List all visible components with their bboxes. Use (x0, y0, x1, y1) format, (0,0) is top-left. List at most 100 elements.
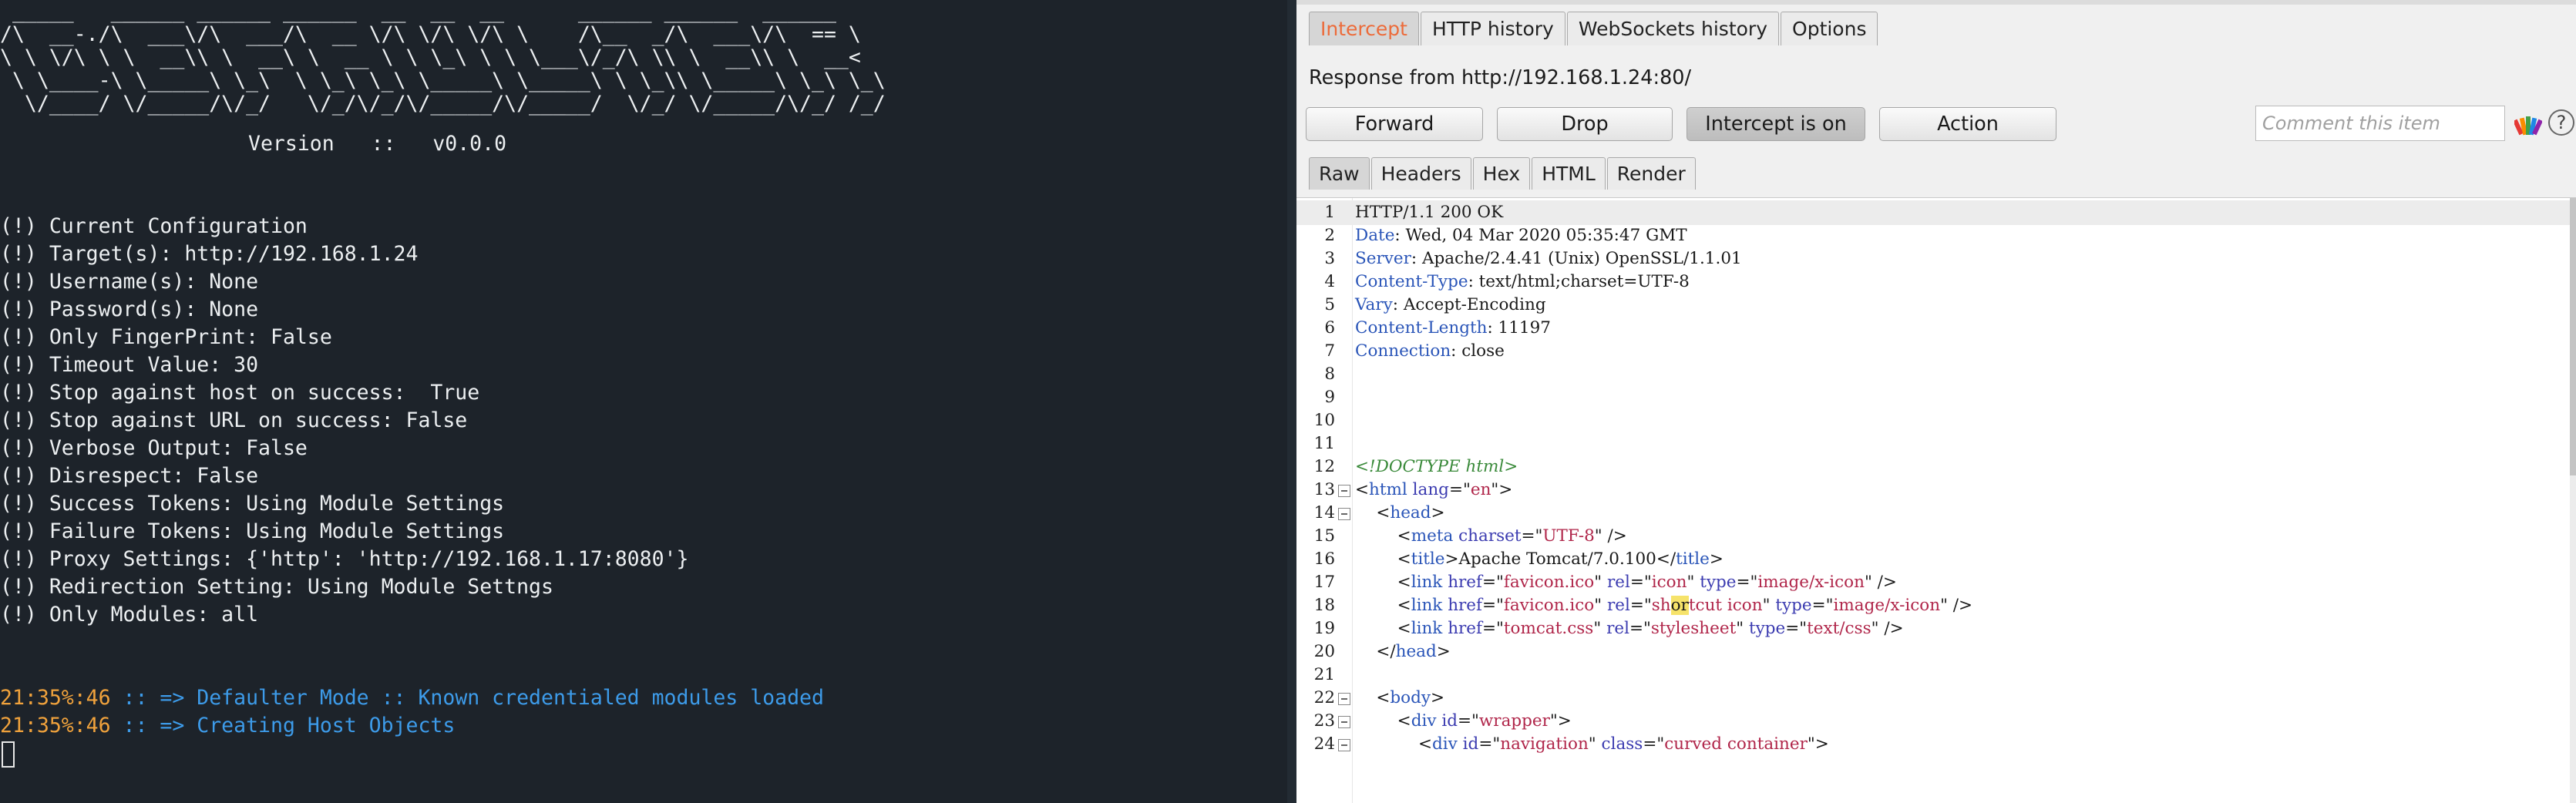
tab-raw[interactable]: Raw (1309, 157, 1370, 190)
code-text: <html lang="en"> (1355, 478, 1512, 502)
code-token: lang (1412, 480, 1449, 499)
config-line: (!) Only Modules: all (0, 603, 259, 627)
code-token: head (1390, 503, 1431, 522)
tab-render[interactable]: Render (1606, 157, 1696, 190)
code-line: 12 <!DOCTYPE html> (1296, 455, 2570, 479)
log-line: 21:35%:46 :: => Defaulter Mode :: Known … (0, 684, 824, 712)
code-token: =" (1643, 734, 1665, 754)
config-line: (!) Verbose Output: False (0, 436, 308, 460)
code-line: 16 <title>Apache Tomcat/7.0.100</title> (1296, 547, 2570, 572)
code-token: < (1355, 619, 1411, 638)
action-button[interactable]: Action (1879, 107, 2056, 141)
code-line: 19 <link href="tomcat.css" rel="styleshe… (1296, 617, 2570, 641)
log-output: 21:35%:46 :: => Defaulter Mode :: Known … (0, 684, 824, 740)
line-number: 12 (1313, 457, 1335, 476)
code-token: id (1441, 711, 1458, 731)
line-number: 4 (1324, 272, 1335, 291)
fold-toggle-icon[interactable] (1338, 485, 1350, 497)
highlighter-icon[interactable] (2514, 110, 2542, 136)
code-token: =" (1482, 596, 1504, 615)
fold-toggle-icon[interactable] (1338, 693, 1350, 705)
code-token: " (1588, 734, 1602, 754)
config-line: (!) Target(s): http://192.168.1.24 (0, 242, 419, 266)
tab-websockets-history[interactable]: WebSockets history (1566, 12, 1780, 45)
drop-button[interactable]: Drop (1497, 107, 1673, 141)
code-text: Vary: Accept-Encoding (1355, 293, 1546, 318)
code-line: 17 <link href="favicon.ico" rel="icon" t… (1296, 570, 2570, 595)
code-token: " (1736, 619, 1749, 638)
code-token: <!DOCTYPE html> (1355, 457, 1518, 476)
terminal-window[interactable]: _____ ______ ______ ______ __ __ __ ____… (0, 0, 1287, 803)
code-token: image/x-icon (1757, 573, 1865, 592)
fold-toggle-icon[interactable] (1338, 508, 1350, 520)
intercept-toggle-button[interactable]: Intercept is on (1687, 107, 1865, 141)
fold-toggle-icon[interactable] (1338, 739, 1350, 751)
code-token: =" (1482, 619, 1504, 638)
configuration-list: (!) Current Configuration (!) Target(s): … (0, 213, 688, 629)
code-token: navigation (1500, 734, 1589, 754)
code-line: 8 (1296, 362, 2570, 387)
code-token: " (1594, 573, 1607, 592)
line-number: 11 (1313, 434, 1335, 453)
code-token: rel (1606, 573, 1630, 592)
code-token: link (1411, 596, 1443, 615)
code-token: type (1748, 619, 1786, 638)
code-line: 14 <head> (1296, 501, 2570, 526)
code-text: <meta charset="UTF-8" /> (1355, 524, 1627, 549)
tab-headers[interactable]: Headers (1370, 157, 1471, 190)
line-number: 17 (1313, 573, 1335, 592)
code-token: " (1594, 596, 1607, 615)
code-token: < (1355, 688, 1391, 707)
code-text: Server: Apache/2.4.41 (Unix) OpenSSL/1.1… (1355, 247, 1742, 271)
line-number: 10 (1313, 411, 1335, 430)
code-token: =" (1448, 480, 1471, 499)
code-token: href (1448, 596, 1482, 615)
forward-button[interactable]: Forward (1306, 107, 1483, 141)
terminal-cursor (2, 741, 15, 768)
tab-http-history[interactable]: HTTP history (1420, 12, 1565, 45)
pane-divider[interactable] (1287, 0, 1296, 803)
code-token: title (1411, 549, 1445, 569)
fold-toggle-icon[interactable] (1338, 716, 1350, 728)
code-token: Vary (1355, 295, 1393, 314)
code-token: =" (1457, 711, 1479, 731)
tab-options[interactable]: Options (1781, 12, 1878, 45)
code-token: : 11197 (1487, 318, 1551, 338)
scrollbar-thumb[interactable] (2570, 198, 2576, 475)
code-token: type (1700, 573, 1737, 592)
code-token: =" (1629, 619, 1651, 638)
response-editor[interactable]: 1 HTTP/1.1 200 OK 2 Date: Wed, 04 Mar 2020 … (1296, 197, 2576, 803)
code-line: 13 <html lang="en"> (1296, 478, 2570, 502)
ascii-banner: _____ ______ ______ ______ __ __ __ ____… (0, 0, 886, 116)
code-token: href (1448, 619, 1482, 638)
code-token: icon (1651, 573, 1687, 592)
vertical-scrollbar[interactable] (2570, 198, 2576, 803)
code-token: rel (1606, 596, 1630, 615)
code-token: favicon.ico (1503, 573, 1595, 592)
help-icon[interactable]: ? (2548, 109, 2574, 136)
code-line: 2 Date: Wed, 04 Mar 2020 05:35:47 GMT (1296, 223, 2570, 248)
code-line: 22 <body> (1296, 686, 2570, 711)
code-token: < (1355, 503, 1391, 522)
tab-html[interactable]: HTML (1532, 157, 1606, 190)
log-timestamp: 21:35%:46 (0, 686, 111, 710)
code-token: tomcat.css (1503, 619, 1594, 638)
code-token: html (1369, 480, 1407, 499)
log-line: 21:35%:46 :: => Creating Host Objects (0, 712, 824, 740)
code-token: " /> (1940, 596, 1973, 615)
code-token: body (1390, 688, 1431, 707)
code-token: div (1411, 711, 1437, 731)
code-token: stylesheet (1650, 619, 1737, 638)
code-token: div (1432, 734, 1458, 754)
tab-intercept[interactable]: Intercept (1309, 12, 1419, 45)
line-number: 20 (1313, 642, 1335, 661)
code-text: <!DOCTYPE html> (1355, 455, 1518, 479)
code-token: id (1462, 734, 1479, 754)
tab-hex[interactable]: Hex (1472, 157, 1531, 190)
comment-input[interactable] (2255, 106, 2505, 141)
code-token: UTF-8 (1542, 526, 1595, 546)
code-text: <title>Apache Tomcat/7.0.100</title> (1355, 547, 1723, 572)
config-line: (!) Success Tokens: Using Module Setting… (0, 492, 505, 516)
